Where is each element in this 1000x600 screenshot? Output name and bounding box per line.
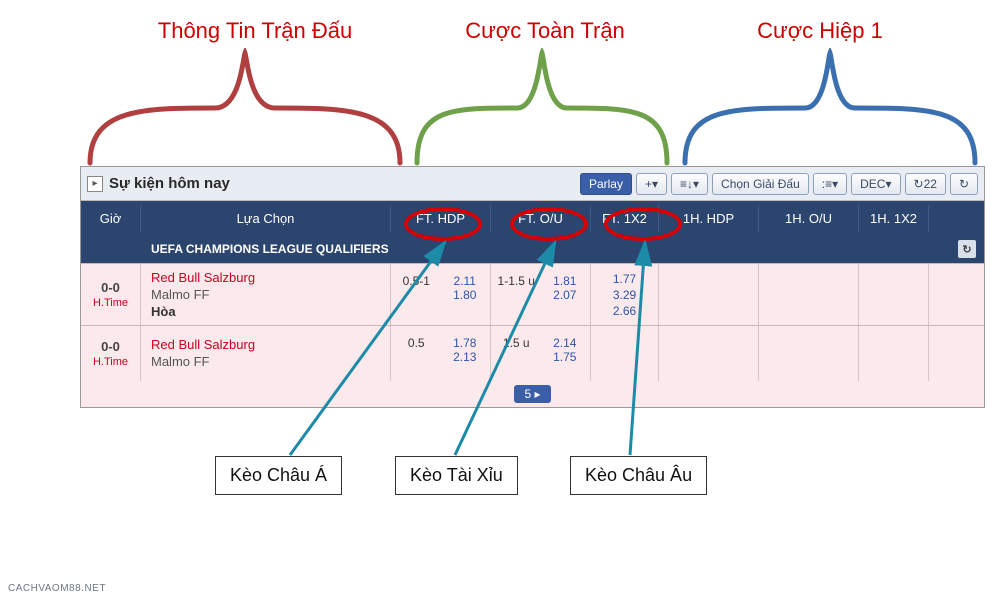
col-1h-hdp: 1H. HDP <box>659 205 759 232</box>
selection-cell: Red Bull Salzburg Malmo FF <box>141 326 391 381</box>
annotation-match-info: Thông Tin Trận Đấu <box>125 18 385 44</box>
score: 0-0 <box>83 280 138 295</box>
table-header: Giờ Lựa Chọn FT. HDP FT. O/U FT. 1X2 1H.… <box>81 201 984 235</box>
pager: 5 ▸ <box>81 381 984 407</box>
col-selection: Lựa Chọn <box>141 205 391 232</box>
hdp-home-odds[interactable]: 1.78 <box>444 336 487 350</box>
sort-button[interactable]: ≡↓ ▾ <box>671 173 708 195</box>
annotation-full-time: Cược Toàn Trận <box>445 18 645 44</box>
ou-over-odds[interactable]: 1.81 <box>544 274 587 288</box>
1h-ou-cell[interactable] <box>759 326 859 381</box>
refresh-icon: ↻ <box>914 177 924 191</box>
1h-hdp-cell[interactable] <box>659 264 759 325</box>
score: 0-0 <box>83 339 138 354</box>
annotation-first-half: Cược Hiệp 1 <box>720 18 920 44</box>
ou-over-odds[interactable]: 2.14 <box>544 336 587 350</box>
home-team[interactable]: Red Bull Salzburg <box>151 337 388 352</box>
panel-title: Sự kiện hôm nay <box>109 175 230 192</box>
1x2-home[interactable]: 1.77 <box>593 272 656 286</box>
betting-panel: ▸ Sự kiện hôm nay Parlay + ▾ ≡↓ ▾ Chọn G… <box>80 166 985 408</box>
view-button[interactable]: :≡ ▾ <box>813 173 847 195</box>
col-time: Giờ <box>81 205 141 232</box>
parlay-button[interactable]: Parlay <box>580 173 632 195</box>
away-team[interactable]: Malmo FF <box>151 287 388 302</box>
table-row: 0-0 H.Time Red Bull Salzburg Malmo FF 0.… <box>81 325 984 381</box>
pager-next-button[interactable]: 5 ▸ <box>514 385 550 403</box>
panel-header: ▸ Sự kiện hôm nay Parlay + ▾ ≡↓ ▾ Chọn G… <box>81 167 984 201</box>
list-icon: :≡ <box>822 177 832 191</box>
home-team[interactable]: Red Bull Salzburg <box>151 270 388 285</box>
1h-hdp-cell[interactable] <box>659 326 759 381</box>
ou-under-odds[interactable]: 1.75 <box>544 350 587 364</box>
reload-button[interactable]: ↻ <box>950 173 978 195</box>
ft-hdp-cell[interactable]: 0.5-1 2.11 1.80 <box>391 264 491 325</box>
col-ft-ou: FT. O/U <box>491 205 591 232</box>
league-refresh-icon[interactable]: ↻ <box>958 240 976 258</box>
ft-1x2-cell[interactable]: 1.77 3.29 2.66 <box>591 264 659 325</box>
time-cell: 0-0 H.Time <box>81 264 141 325</box>
1h-1x2-cell[interactable] <box>859 326 929 381</box>
refresh-count-button[interactable]: ↻22 <box>905 173 946 195</box>
brace-match-info <box>85 48 405 168</box>
col-ft-1x2: FT. 1X2 <box>591 205 659 232</box>
callout-over-under: Kèo Tài Xỉu <box>395 456 518 495</box>
1x2-draw[interactable]: 3.29 <box>593 288 656 302</box>
ou-under-odds[interactable]: 2.07 <box>544 288 587 302</box>
hdp-away-odds[interactable]: 1.80 <box>444 288 487 302</box>
col-1h-ou: 1H. O/U <box>759 205 859 232</box>
ou-line-over: 1-1.5 <box>498 274 525 288</box>
month-label: DEC <box>860 177 885 191</box>
expand-icon[interactable]: ▸ <box>87 176 103 192</box>
sort-icon: ≡↓ <box>680 177 693 191</box>
callout-euro: Kèo Châu Âu <box>570 456 707 495</box>
match-status: H.Time <box>83 297 138 309</box>
ou-line-over: 1.5 <box>503 336 520 350</box>
ft-1x2-cell[interactable] <box>591 326 659 381</box>
plus-icon: + <box>645 177 652 191</box>
reload-icon: ↻ <box>959 177 969 191</box>
hdp-line: 0.5-1 <box>403 274 430 288</box>
ft-hdp-cell[interactable]: 0.5 1.78 2.13 <box>391 326 491 381</box>
time-cell: 0-0 H.Time <box>81 326 141 381</box>
month-button[interactable]: DEC ▾ <box>851 173 900 195</box>
selection-cell: Red Bull Salzburg Malmo FF Hòa <box>141 264 391 325</box>
hdp-away-odds[interactable]: 2.13 <box>444 350 487 364</box>
1x2-away[interactable]: 2.66 <box>593 304 656 318</box>
brace-full-time <box>412 48 672 168</box>
hdp-home-odds[interactable]: 2.11 <box>444 274 487 288</box>
1h-ou-cell[interactable] <box>759 264 859 325</box>
ft-ou-cell[interactable]: 1-1.5 u 1.81 2.07 <box>491 264 591 325</box>
hdp-line: 0.5 <box>408 336 425 350</box>
ou-line-under: u <box>523 336 530 350</box>
1h-1x2-cell[interactable] <box>859 264 929 325</box>
ou-line-under: u <box>528 274 535 288</box>
refresh-count: 22 <box>924 177 937 191</box>
brace-first-half <box>680 48 980 168</box>
col-ft-hdp: FT. HDP <box>391 205 491 232</box>
watermark: CACHVAOM88.NET <box>8 583 106 594</box>
match-status: H.Time <box>83 356 138 368</box>
table-row: 0-0 H.Time Red Bull Salzburg Malmo FF Hò… <box>81 263 984 325</box>
choose-league-button[interactable]: Chọn Giải Đấu <box>712 173 809 195</box>
away-team[interactable]: Malmo FF <box>151 354 388 369</box>
draw-label[interactable]: Hòa <box>151 304 388 319</box>
col-1h-1x2: 1H. 1X2 <box>859 205 929 232</box>
callout-asian: Kèo Châu Á <box>215 456 342 495</box>
league-row: UEFA CHAMPIONS LEAGUE QUALIFIERS ↻ <box>81 235 984 263</box>
add-button[interactable]: + ▾ <box>636 173 667 195</box>
league-name: UEFA CHAMPIONS LEAGUE QUALIFIERS <box>151 242 389 256</box>
ft-ou-cell[interactable]: 1.5 u 2.14 1.75 <box>491 326 591 381</box>
